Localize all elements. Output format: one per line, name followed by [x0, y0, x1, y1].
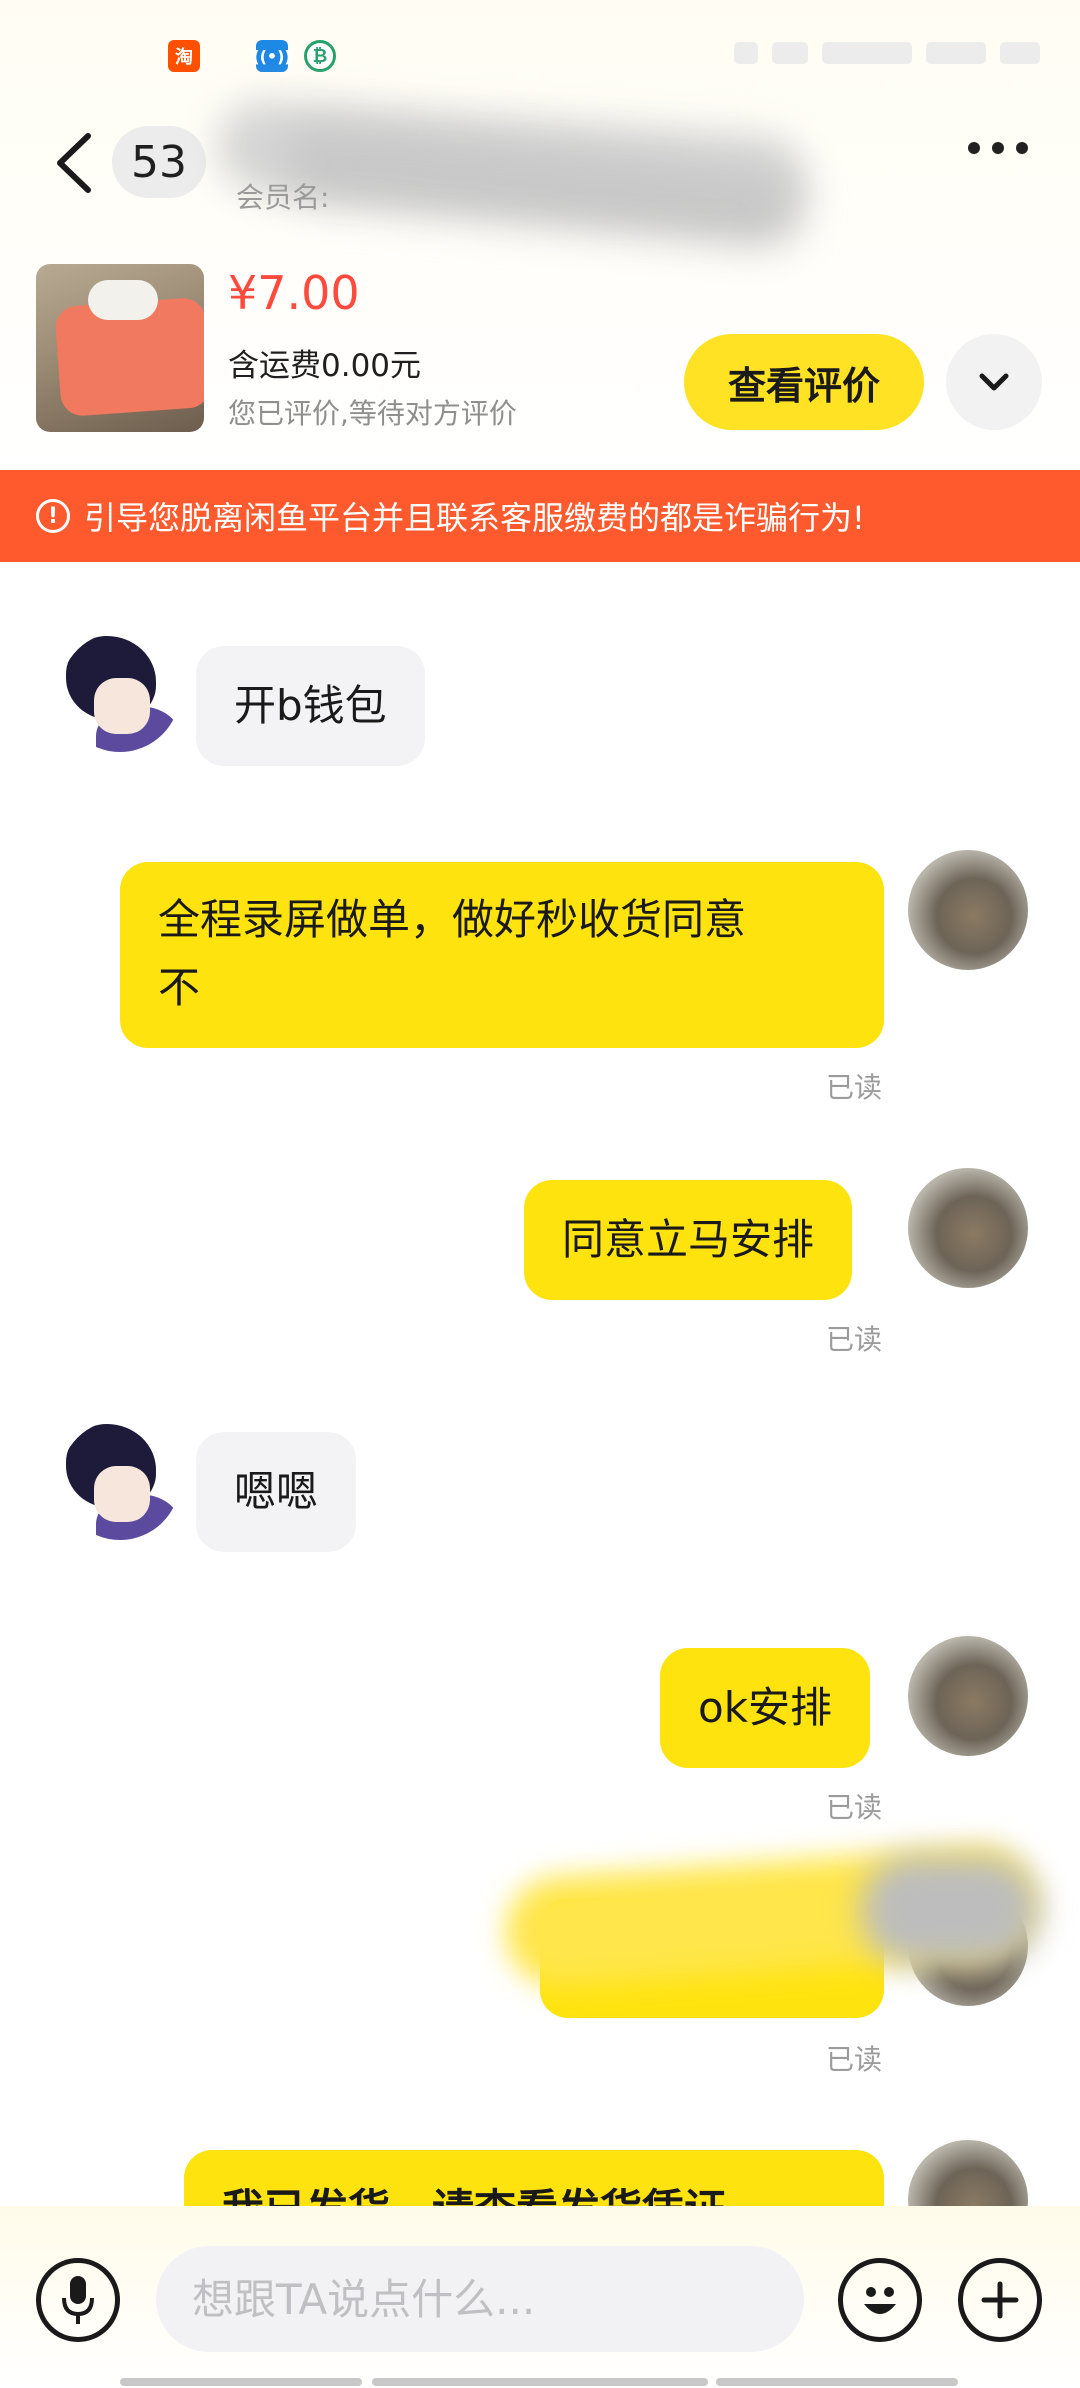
add-button[interactable]: [958, 2258, 1042, 2342]
member-name-label: 会员名:: [236, 181, 330, 214]
my-avatar[interactable]: [908, 1636, 1028, 1756]
chevron-down-icon: [979, 373, 1009, 391]
status-indicators: [734, 42, 1040, 64]
nav-indicator: [372, 2378, 708, 2386]
redaction-blur: [860, 1855, 1040, 1965]
message-bubble-received[interactable]: 开b钱包: [196, 646, 425, 766]
taobao-icon: 淘: [168, 40, 200, 72]
read-receipt: 已读: [826, 1323, 883, 1356]
app-icon: ₿: [304, 40, 336, 72]
shipping-fee: 含运费0.00元: [228, 348, 422, 384]
dot-icon: [968, 142, 980, 154]
nav-indicator: [120, 2378, 362, 2386]
microphone-icon: [62, 2276, 94, 2324]
smiley-icon: [864, 2287, 896, 2314]
contact-avatar[interactable]: [60, 1420, 180, 1540]
voice-button[interactable]: [36, 2258, 120, 2342]
emoji-button[interactable]: [838, 2258, 922, 2342]
message-bubble-received[interactable]: 嗯嗯: [196, 1432, 357, 1552]
message-bubble-sent[interactable]: 同意立马安排: [524, 1180, 853, 1300]
view-review-button[interactable]: 查看评价: [684, 334, 924, 430]
message-bubble-sent[interactable]: ok安排: [660, 1648, 871, 1768]
chevron-left-icon: [57, 133, 91, 193]
fraud-warning-banner: ! 引导您脱离闲鱼平台并且联系客服缴费的都是诈骗行为!: [0, 470, 1080, 562]
read-receipt: 已读: [826, 2043, 883, 2076]
read-receipt: 已读: [826, 1071, 883, 1104]
message-line: 全程录屏做单，做好秒收货同意: [158, 895, 747, 944]
my-avatar[interactable]: [908, 1168, 1028, 1288]
expand-button[interactable]: [946, 334, 1042, 430]
status-bar: 淘 ((•)) ₿: [0, 0, 1080, 110]
plus-icon: [981, 2281, 1019, 2319]
product-thumbnail[interactable]: [36, 264, 204, 432]
message-line: 不: [158, 963, 201, 1012]
message-input[interactable]: [156, 2246, 804, 2352]
dot-icon: [992, 142, 1004, 154]
my-avatar[interactable]: [908, 850, 1028, 970]
dot-icon: [1016, 142, 1028, 154]
warning-text: 引导您脱离闲鱼平台并且联系客服缴费的都是诈骗行为!: [84, 499, 865, 537]
nav-indicator: [716, 2378, 958, 2386]
read-receipt: 已读: [826, 1791, 883, 1824]
contact-avatar[interactable]: [60, 632, 180, 752]
message-bubble-sent[interactable]: 全程录屏做单，做好秒收货同意 不: [120, 862, 884, 1048]
review-status: 您已评价,等待对方评价: [228, 397, 517, 430]
product-price: ¥7.00: [228, 266, 360, 320]
back-button[interactable]: [50, 128, 100, 198]
exclamation-icon: !: [36, 499, 70, 533]
unread-count-badge[interactable]: 53: [112, 126, 206, 198]
wifi-hotspot-icon: ((•)): [252, 40, 292, 72]
more-options-button[interactable]: [968, 142, 1028, 154]
